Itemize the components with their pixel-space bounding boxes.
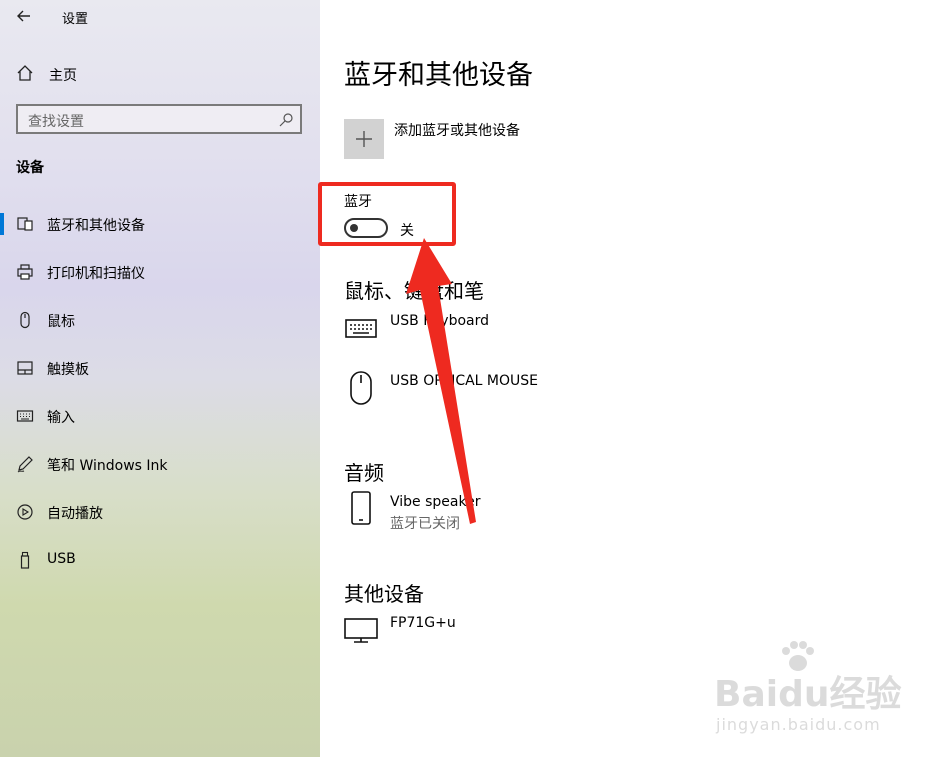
mouse-icon	[16, 311, 34, 329]
sidebar-item-pen[interactable]: 笔和 Windows Ink	[0, 444, 320, 484]
watermark: Baidu经验 jingyan.baidu.com	[714, 641, 904, 741]
plus-icon	[356, 131, 372, 147]
mouse-icon	[344, 371, 378, 405]
sidebar-item-label: 输入	[47, 410, 75, 426]
sidebar-item-touchpad[interactable]: 触摸板	[0, 348, 320, 388]
sidebar-item-usb[interactable]: USB	[0, 540, 320, 580]
sidebar-item-label: USB	[47, 551, 76, 567]
arrow-left-icon[interactable]	[14, 6, 34, 26]
annotation-highlight-box	[318, 182, 456, 246]
title-bar: 设置	[0, 0, 320, 34]
watermark-main: Baidu经验	[714, 674, 902, 715]
add-device-button[interactable]	[344, 119, 384, 159]
bluetooth-devices-icon	[16, 215, 34, 233]
printer-icon	[16, 263, 34, 281]
page-title: 蓝牙和其他设备	[344, 60, 533, 91]
section-title: 设备	[16, 160, 44, 176]
group-title-audio: 音频	[344, 461, 384, 485]
group-title-other-devices: 其他设备	[344, 582, 424, 606]
usb-icon	[16, 551, 34, 569]
monitor-icon	[344, 613, 378, 647]
sidebar-item-typing[interactable]: 输入	[0, 396, 320, 436]
device-name[interactable]: FP71G+u	[390, 615, 456, 631]
home-label: 主页	[49, 68, 77, 84]
pen-icon	[16, 455, 34, 473]
sidebar-item-label: 鼠标	[47, 314, 75, 330]
keyboard-icon	[344, 311, 378, 345]
sidebar-item-label: 蓝牙和其他设备	[47, 218, 145, 234]
add-device-label[interactable]: 添加蓝牙或其他设备	[394, 120, 520, 140]
sidebar-item-autoplay[interactable]: 自动播放	[0, 492, 320, 532]
search-placeholder: 查找设置	[28, 114, 84, 130]
sidebar-item-label: 触摸板	[47, 362, 89, 378]
selection-indicator	[0, 213, 4, 235]
sidebar-item-printers[interactable]: 打印机和扫描仪	[0, 252, 320, 292]
home-icon	[16, 64, 34, 82]
autoplay-icon	[16, 503, 34, 521]
watermark-sub: jingyan.baidu.com	[716, 715, 881, 734]
app-title: 设置	[62, 12, 89, 27]
sidebar-item-mouse[interactable]: 鼠标	[0, 300, 320, 340]
phone-icon	[344, 491, 378, 525]
home-link[interactable]: 主页	[16, 62, 306, 84]
settings-sidebar: 设置 主页 查找设置 设备 蓝牙和其他设备 打印机和扫描仪 鼠标 触摸板 输入 …	[0, 0, 320, 757]
settings-search-box[interactable]: 查找设置	[16, 104, 302, 134]
sidebar-item-bluetooth[interactable]: 蓝牙和其他设备	[0, 204, 320, 244]
sidebar-item-label: 自动播放	[47, 506, 103, 522]
search-icon[interactable]	[278, 112, 294, 128]
sidebar-item-label: 笔和 Windows Ink	[47, 458, 168, 474]
touchpad-icon	[16, 359, 34, 377]
keyboard-icon	[16, 407, 34, 425]
sidebar-item-label: 打印机和扫描仪	[47, 266, 145, 282]
annotation-arrow	[406, 238, 476, 524]
settings-main-pane: 蓝牙和其他设备 添加蓝牙或其他设备 蓝牙 关 鼠标、键盘和笔 USB Keybo…	[318, 0, 940, 757]
